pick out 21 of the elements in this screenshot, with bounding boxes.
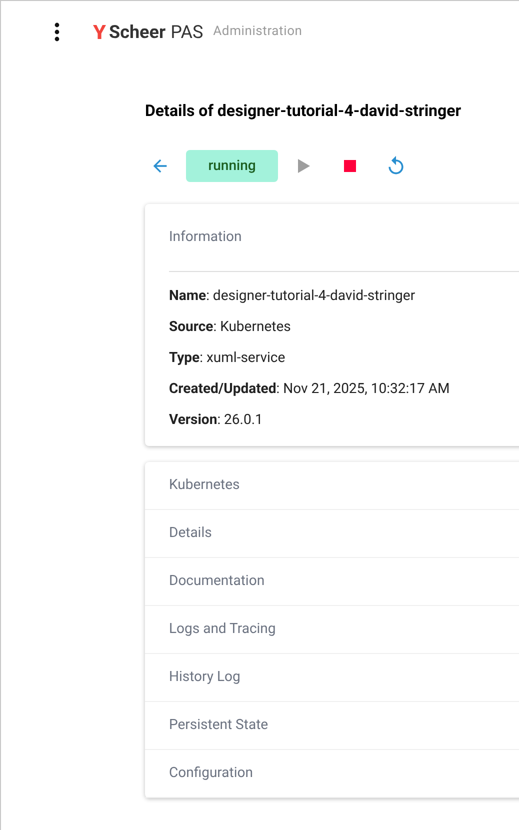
accordion-panel[interactable]: Details: [145, 510, 519, 558]
accordion-panel[interactable]: Persistent State: [145, 702, 519, 750]
info-field: Source: Kubernetes: [169, 312, 519, 343]
accordion-panel[interactable]: History Log: [145, 654, 519, 702]
accordion-panel[interactable]: Logs and Tracing: [145, 606, 519, 654]
brand-suffix: PAS: [170, 20, 204, 44]
stop-icon: [344, 160, 356, 172]
accordion-panel[interactable]: Kubernetes: [145, 462, 519, 510]
play-icon: [297, 158, 311, 174]
accordion-panel[interactable]: Configuration: [145, 750, 519, 798]
brand-name: Scheer: [109, 20, 166, 44]
status-badge: running: [186, 150, 278, 182]
logo-icon: [93, 25, 106, 39]
info-field: Name: designer-tutorial-4-david-stringer: [169, 281, 519, 312]
info-field: Created/Updated: Nov 21, 2025, 10:32:17 AM: [169, 374, 519, 405]
info-field: Type: xuml-service: [169, 343, 519, 374]
info-field: Version: 26.0.1: [169, 405, 519, 436]
accordion-panel[interactable]: Documentation: [145, 558, 519, 606]
page-title: Details of designer-tutorial-4-david-stringer: [145, 100, 462, 122]
card-title: Information: [169, 228, 243, 247]
section-label: Administration: [213, 23, 302, 42]
